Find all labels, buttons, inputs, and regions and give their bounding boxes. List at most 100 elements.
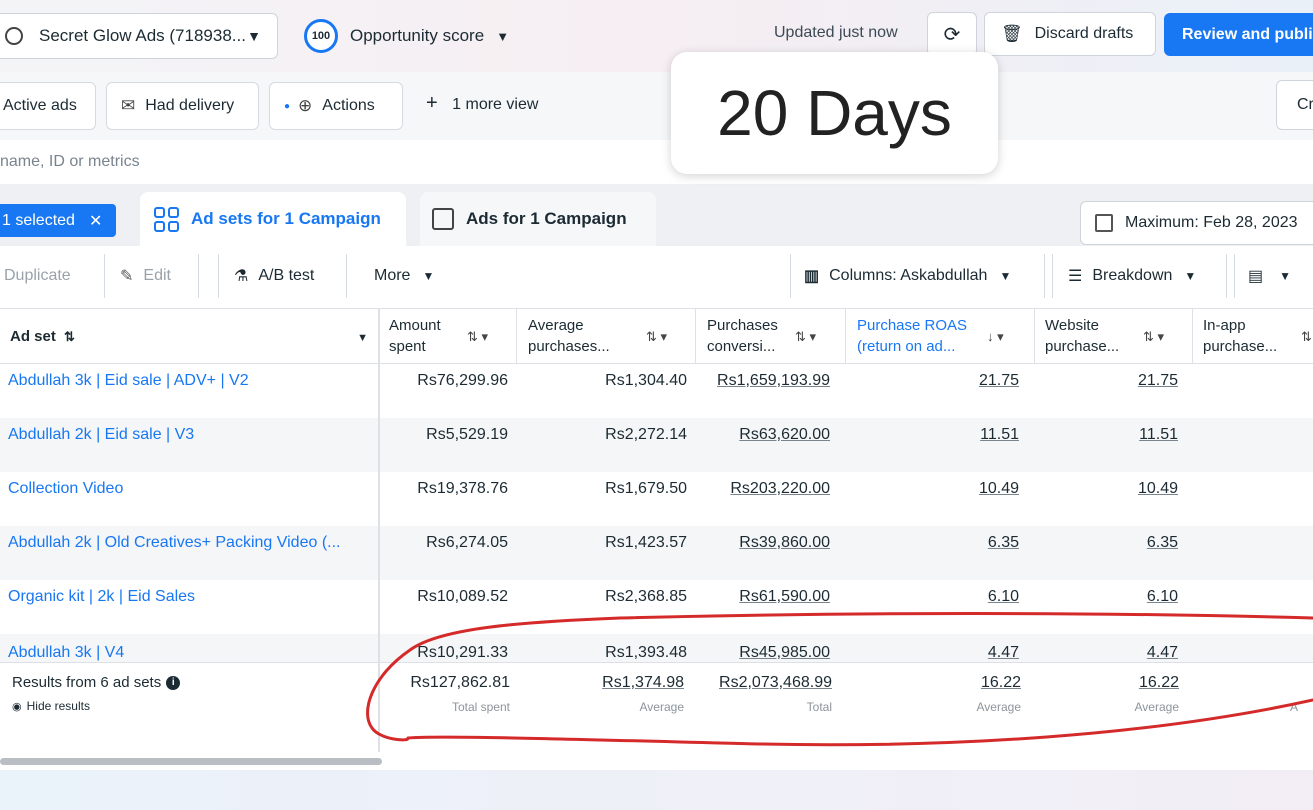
toolbar-divider bbox=[198, 254, 199, 298]
total-conversion-value[interactable]: Rs2,073,468.99 bbox=[700, 674, 832, 692]
account-selector[interactable]: Secret Glow Ads (718938... ▼ bbox=[0, 13, 278, 59]
column-header-purchase-roas[interactable]: Purchase ROAS (return on ad... ↓ ▾ bbox=[857, 308, 1033, 364]
avg-purchases-cell: Rs1,679.50 bbox=[605, 480, 687, 497]
tab-ad-sets-label: Ad sets for 1 Campaign bbox=[191, 209, 381, 228]
results-count: Results from 6 ad sets bbox=[12, 674, 162, 691]
discard-drafts-button[interactable]: 🗑 Discard drafts bbox=[984, 12, 1156, 56]
opportunity-score[interactable]: 100 Opportunity score ▼ bbox=[304, 18, 509, 54]
sort-icon: ⇅ ▾ bbox=[646, 329, 668, 344]
chevron-down-icon: ▼ bbox=[496, 28, 510, 44]
roas-cell[interactable]: 6.10 bbox=[900, 588, 1019, 606]
delivery-icon: ✉ bbox=[121, 96, 136, 115]
ads-icon bbox=[432, 208, 454, 230]
more-view-button[interactable]: + 1 more view bbox=[426, 92, 538, 115]
toolbar-divider bbox=[1052, 254, 1053, 298]
column-header-ad-set[interactable]: Ad set ⇅ ▼ bbox=[10, 308, 370, 364]
refresh-button[interactable]: ⟳ bbox=[927, 12, 977, 56]
column-header-website-purchase[interactable]: Website purchase... ⇅ ▾ bbox=[1045, 308, 1191, 364]
roas-cell[interactable]: 11.51 bbox=[900, 426, 1019, 444]
ad-set-name-link[interactable]: Abdullah 3k | V4 bbox=[8, 644, 368, 662]
toolbar-divider bbox=[1044, 254, 1045, 298]
create-button[interactable]: Cr bbox=[1276, 80, 1313, 130]
search-input[interactable] bbox=[0, 146, 700, 178]
breakdown-icon: ☰ bbox=[1068, 268, 1083, 285]
roas-cell[interactable]: 4.47 bbox=[900, 644, 1019, 662]
purchases-conversion-cell[interactable]: Rs63,620.00 bbox=[700, 426, 830, 444]
tab-ads-label: Ads for 1 Campaign bbox=[466, 209, 627, 228]
roas-cell[interactable]: 6.35 bbox=[900, 534, 1019, 552]
close-icon[interactable]: ✕ bbox=[89, 211, 102, 231]
column-header-amount-spent[interactable]: Amount spent ⇅ ▾ bbox=[389, 308, 513, 364]
website-purchase-cell[interactable]: 6.35 bbox=[1060, 534, 1178, 552]
date-range-picker[interactable]: Maximum: Feb 28, 2023 bbox=[1080, 201, 1313, 245]
average-website-label: Average bbox=[1134, 700, 1179, 714]
website-purchase-cell[interactable]: 21.75 bbox=[1060, 372, 1178, 390]
roas-cell[interactable]: 10.49 bbox=[900, 480, 1019, 498]
column-divider bbox=[695, 308, 696, 364]
website-purchase-cell[interactable]: 6.10 bbox=[1060, 588, 1178, 606]
avg-purchases-cell: Rs1,393.48 bbox=[605, 644, 687, 661]
table-row[interactable]: Organic kit | 2k | Eid Sales Rs10,089.52… bbox=[0, 580, 1313, 634]
website-purchase-cell[interactable]: 4.47 bbox=[1060, 644, 1178, 662]
column-header-label: spent bbox=[389, 338, 426, 355]
column-header-label: Purchase ROAS bbox=[857, 317, 968, 334]
dot-icon: ● bbox=[284, 100, 291, 112]
chevron-down-icon: ▼ bbox=[1279, 269, 1292, 283]
purchases-conversion-cell[interactable]: Rs45,985.00 bbox=[700, 644, 830, 662]
reports-button[interactable]: ▤ ▼ bbox=[1248, 254, 1291, 298]
purchases-conversion-cell[interactable]: Rs1,659,193.99 bbox=[700, 372, 830, 390]
table-row[interactable]: Abdullah 2k | Old Creatives+ Packing Vid… bbox=[0, 526, 1313, 580]
info-icon[interactable]: i bbox=[166, 675, 181, 690]
ad-set-name-link[interactable]: Abdullah 2k | Eid sale | V3 bbox=[8, 426, 368, 444]
inapp-summary-label: A bbox=[1290, 700, 1299, 714]
amount-spent-cell: Rs10,291.33 bbox=[417, 644, 508, 661]
average-purchases-label: Average bbox=[639, 700, 684, 714]
average-website-value[interactable]: 16.22 bbox=[1060, 674, 1179, 692]
hide-results-button[interactable]: ◉ Hide results bbox=[12, 699, 90, 713]
chevron-down-icon: ▼ bbox=[1184, 269, 1197, 283]
filter-chip-had-delivery[interactable]: ✉ Had delivery bbox=[106, 82, 259, 130]
filter-chip-actions[interactable]: ● ⊕ Actions bbox=[269, 82, 403, 130]
edit-button[interactable]: ✎ Edit bbox=[120, 254, 171, 298]
purchases-conversion-cell[interactable]: Rs39,860.00 bbox=[700, 534, 830, 552]
columns-button[interactable]: ▥ Columns: Askabdullah ▼ bbox=[804, 254, 1011, 298]
review-publish-label: Review and publi bbox=[1182, 25, 1313, 43]
ad-set-name-link[interactable]: Collection Video bbox=[8, 480, 368, 498]
column-header-purchases-conversion[interactable]: Purchases conversi... ⇅ ▾ bbox=[707, 308, 843, 364]
column-divider bbox=[845, 308, 846, 364]
table-row[interactable]: Abdullah 2k | Eid sale | V3 Rs5,529.19 R… bbox=[0, 418, 1313, 472]
selected-pill[interactable]: 1 selected ✕ bbox=[0, 204, 116, 237]
horizontal-scrollbar[interactable] bbox=[0, 758, 382, 765]
purchases-conversion-cell[interactable]: Rs203,220.00 bbox=[700, 480, 830, 498]
filter-chip-active-ads[interactable]: Active ads bbox=[0, 82, 96, 130]
ad-set-name-link[interactable]: Abdullah 3k | Eid sale | ADV+ | V2 bbox=[8, 372, 368, 390]
website-purchase-cell[interactable]: 10.49 bbox=[1060, 480, 1178, 498]
table-row[interactable]: Abdullah 3k | Eid sale | ADV+ | V2 Rs76,… bbox=[0, 364, 1313, 418]
toolbar-divider bbox=[218, 254, 219, 298]
ab-test-button[interactable]: ⚗ A/B test bbox=[234, 254, 314, 298]
average-roas-label: Average bbox=[976, 700, 1021, 714]
table-row[interactable]: Collection Video Rs19,378.76 Rs1,679.50 … bbox=[0, 472, 1313, 526]
review-publish-button[interactable]: Review and publi bbox=[1164, 13, 1313, 56]
tab-ad-sets[interactable]: Ad sets for 1 Campaign bbox=[140, 192, 406, 246]
ad-set-name-link[interactable]: Abdullah 2k | Old Creatives+ Packing Vid… bbox=[8, 534, 368, 552]
purchases-conversion-cell[interactable]: Rs61,590.00 bbox=[700, 588, 830, 606]
amount-spent-cell: Rs19,378.76 bbox=[417, 480, 508, 497]
amount-spent-cell: Rs6,274.05 bbox=[426, 534, 508, 551]
tab-ads[interactable]: Ads for 1 Campaign bbox=[420, 192, 656, 246]
website-purchase-cell[interactable]: 11.51 bbox=[1060, 426, 1178, 444]
column-header-label: purchase... bbox=[1045, 338, 1120, 355]
avg-purchases-cell: Rs2,368.85 bbox=[605, 588, 687, 605]
more-button[interactable]: More ▼ bbox=[374, 254, 434, 298]
ad-set-name-link[interactable]: Organic kit | 2k | Eid Sales bbox=[8, 588, 368, 606]
breakdown-button[interactable]: ☰ Breakdown ▼ bbox=[1068, 254, 1196, 298]
column-header-avg-purchases[interactable]: Average purchases... ⇅ ▾ bbox=[528, 308, 692, 364]
average-purchases-value[interactable]: Rs1,374.98 bbox=[540, 674, 684, 692]
refresh-icon: ⟳ bbox=[943, 23, 961, 46]
column-header-inapp-purchase[interactable]: In-app purchase... ⇅ bbox=[1203, 308, 1313, 364]
table-row[interactable]: Abdullah 3k | V4 Rs10,291.33 Rs1,393.48 … bbox=[0, 634, 1313, 662]
duplicate-button[interactable]: Duplicate bbox=[4, 254, 71, 298]
roas-cell[interactable]: 21.75 bbox=[900, 372, 1019, 390]
avg-purchases-cell: Rs1,423.57 bbox=[605, 534, 687, 551]
average-roas-value[interactable]: 16.22 bbox=[900, 674, 1021, 692]
